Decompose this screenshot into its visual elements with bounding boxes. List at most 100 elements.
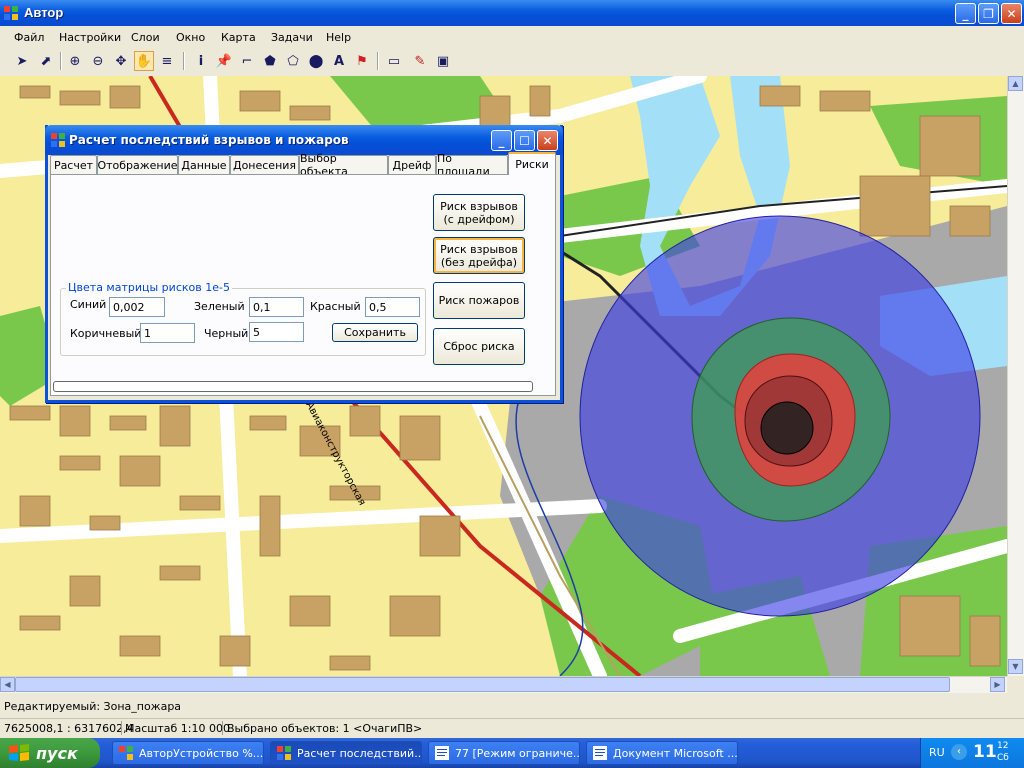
maximize-icon: ☐ <box>519 133 530 148</box>
blue-label: Синий <box>70 298 107 311</box>
taskbar-item-label: Документ Microsoft ... <box>613 746 738 760</box>
tab-object-select[interactable]: Выбор объекта <box>299 152 388 178</box>
edit-status-bar: Редактируемый: Зона_пожара <box>0 697 1024 715</box>
tab-calc[interactable]: Расчет <box>50 155 97 174</box>
system-tray: RU ‹ 11 12 Сб <box>920 738 1024 768</box>
pin-icon[interactable]: 📌 <box>214 51 234 71</box>
selection-status: Выбрано объектов: 1 <ОчагиПВ> <box>227 722 423 735</box>
restore-button[interactable]: ❐ <box>978 3 999 24</box>
scroll-thumb[interactable] <box>15 677 950 692</box>
app-icon <box>277 746 291 760</box>
polygon-outline-icon[interactable]: ⬠ <box>283 51 303 71</box>
horizontal-scrollbar[interactable]: ◀ ▶ <box>0 676 1007 693</box>
close-button[interactable]: ✕ <box>1001 3 1022 24</box>
vertical-scrollbar[interactable]: ▲ ▼ <box>1007 76 1024 676</box>
tab-display[interactable]: Отображение <box>97 155 178 174</box>
zoom-out-icon[interactable]: ⊖ <box>88 51 108 71</box>
menu-settings[interactable]: Настройки <box>59 31 121 44</box>
risk-colors-groupbox-title: Цвета матрицы рисков 1е-5 <box>66 281 232 294</box>
clock-day: Сб <box>997 753 1009 763</box>
red-label: Красный <box>310 300 361 313</box>
restore-icon: ❐ <box>983 6 994 21</box>
save-button[interactable]: Сохранить <box>332 323 418 342</box>
query-icon[interactable]: ✎ <box>410 51 430 71</box>
black-label: Черный <box>204 327 249 340</box>
reset-risk-button[interactable]: Сброс риска <box>433 328 525 365</box>
polygon-icon[interactable]: ⬟ <box>260 51 280 71</box>
minimize-icon: _ <box>498 133 505 148</box>
minimize-button[interactable]: _ <box>955 3 976 24</box>
taskbar-item-calc[interactable]: Расчет последствий... <box>270 741 422 765</box>
tab-risks[interactable]: Риски <box>508 152 556 175</box>
scroll-right-button[interactable]: ▶ <box>990 677 1005 692</box>
scroll-up-button[interactable]: ▲ <box>1008 76 1023 91</box>
dialog-close-button[interactable]: ✕ <box>537 130 558 151</box>
app-icon <box>4 6 18 20</box>
menu-map[interactable]: Карта <box>221 31 256 44</box>
menu-help[interactable]: Help <box>326 31 351 44</box>
taskbar-item-label: АвторУстройство %... <box>139 746 264 760</box>
scroll-down-button[interactable]: ▼ <box>1008 659 1023 674</box>
minimize-icon: _ <box>962 6 969 21</box>
info-icon[interactable]: i <box>191 51 211 71</box>
tab-data[interactable]: Данные <box>178 155 230 174</box>
clock-hour: 11 <box>973 742 997 762</box>
hand-icon[interactable]: ✋ <box>134 51 154 71</box>
close-icon: ✕ <box>1006 6 1017 21</box>
editing-status: Редактируемый: Зона_пожара <box>4 700 182 713</box>
language-indicator[interactable]: RU <box>929 746 945 759</box>
tab-reports[interactable]: Донесения <box>230 155 299 174</box>
ruler-icon[interactable]: ▭ <box>384 51 404 71</box>
taskbar: пуск АвторУстройство %... Расчет последс… <box>0 738 1024 768</box>
circle-icon[interactable]: ⬤ <box>306 51 326 71</box>
blue-input[interactable] <box>109 297 165 317</box>
menu-tasks[interactable]: Задачи <box>271 31 313 44</box>
arrow-select-icon[interactable]: ➤ <box>12 51 32 71</box>
dialog-minimize-button[interactable]: _ <box>491 130 512 151</box>
green-input[interactable] <box>249 297 304 317</box>
start-button[interactable]: пуск <box>0 738 100 768</box>
close-icon: ✕ <box>542 133 553 148</box>
status-bar: 7625008,1 : 6317602,4 Масштаб 1:10 000 В… <box>0 718 1024 737</box>
menu-layers[interactable]: Слои <box>131 31 160 44</box>
text-icon[interactable]: A <box>329 51 349 71</box>
image-icon[interactable]: ▣ <box>433 51 453 71</box>
start-label: пуск <box>36 743 78 763</box>
clock-minute: 12 <box>997 741 1009 751</box>
taskbar-item-word-77[interactable]: 77 [Режим ограниче... <box>428 741 580 765</box>
windows-logo-icon <box>9 744 29 761</box>
brown-label: Коричневый <box>70 327 142 340</box>
scroll-left-button[interactable]: ◀ <box>0 677 15 692</box>
pan-icon[interactable]: ✥ <box>111 51 131 71</box>
risk-fire-button[interactable]: Риск пожаров <box>433 282 525 319</box>
tray-arrow-icon[interactable]: ‹ <box>951 744 967 760</box>
polyline-icon[interactable]: ⌐ <box>237 51 257 71</box>
taskbar-item-word-doc[interactable]: Документ Microsoft ... <box>586 741 738 765</box>
red-input[interactable] <box>365 297 420 317</box>
window-title: Автор <box>24 5 64 20</box>
taskbar-item-avtor[interactable]: АвторУстройство %... <box>112 741 264 765</box>
black-input[interactable] <box>249 322 304 342</box>
taskbar-item-label: Расчет последствий... <box>297 746 422 760</box>
risk-explosion-drift-button[interactable]: Риск взрывов (с дрейфом) <box>433 194 525 231</box>
select-area-icon[interactable]: ⬈ <box>36 51 56 71</box>
tab-drift[interactable]: Дрейф <box>388 155 436 174</box>
window-titlebar: Автор _ ❐ ✕ <box>0 0 1024 26</box>
app-icon <box>119 746 133 760</box>
dialog-maximize-button[interactable]: ☐ <box>514 130 535 151</box>
menu-window[interactable]: Окно <box>176 31 205 44</box>
menu-bar: Файл Настройки Слои Окно Карта Задачи He… <box>0 26 1024 48</box>
flag-icon[interactable]: ⚑ <box>352 51 372 71</box>
progress-bar <box>53 381 533 392</box>
tab-by-area[interactable]: По площади <box>436 152 508 178</box>
app-icon <box>51 133 65 147</box>
zoom-in-icon[interactable]: ⊕ <box>65 51 85 71</box>
brown-input[interactable] <box>140 323 195 343</box>
word-doc-icon <box>435 746 449 760</box>
risk-explosion-nodrift-button[interactable]: Риск взрывов (без дрейфа) <box>433 237 525 274</box>
green-label: Зеленый <box>194 300 245 313</box>
layers-icon[interactable]: ≡ <box>157 51 177 71</box>
menu-file[interactable]: Файл <box>14 31 44 44</box>
taskbar-item-label: 77 [Режим ограниче... <box>455 746 580 760</box>
scale-status: Масштаб 1:10 000 <box>125 722 230 735</box>
